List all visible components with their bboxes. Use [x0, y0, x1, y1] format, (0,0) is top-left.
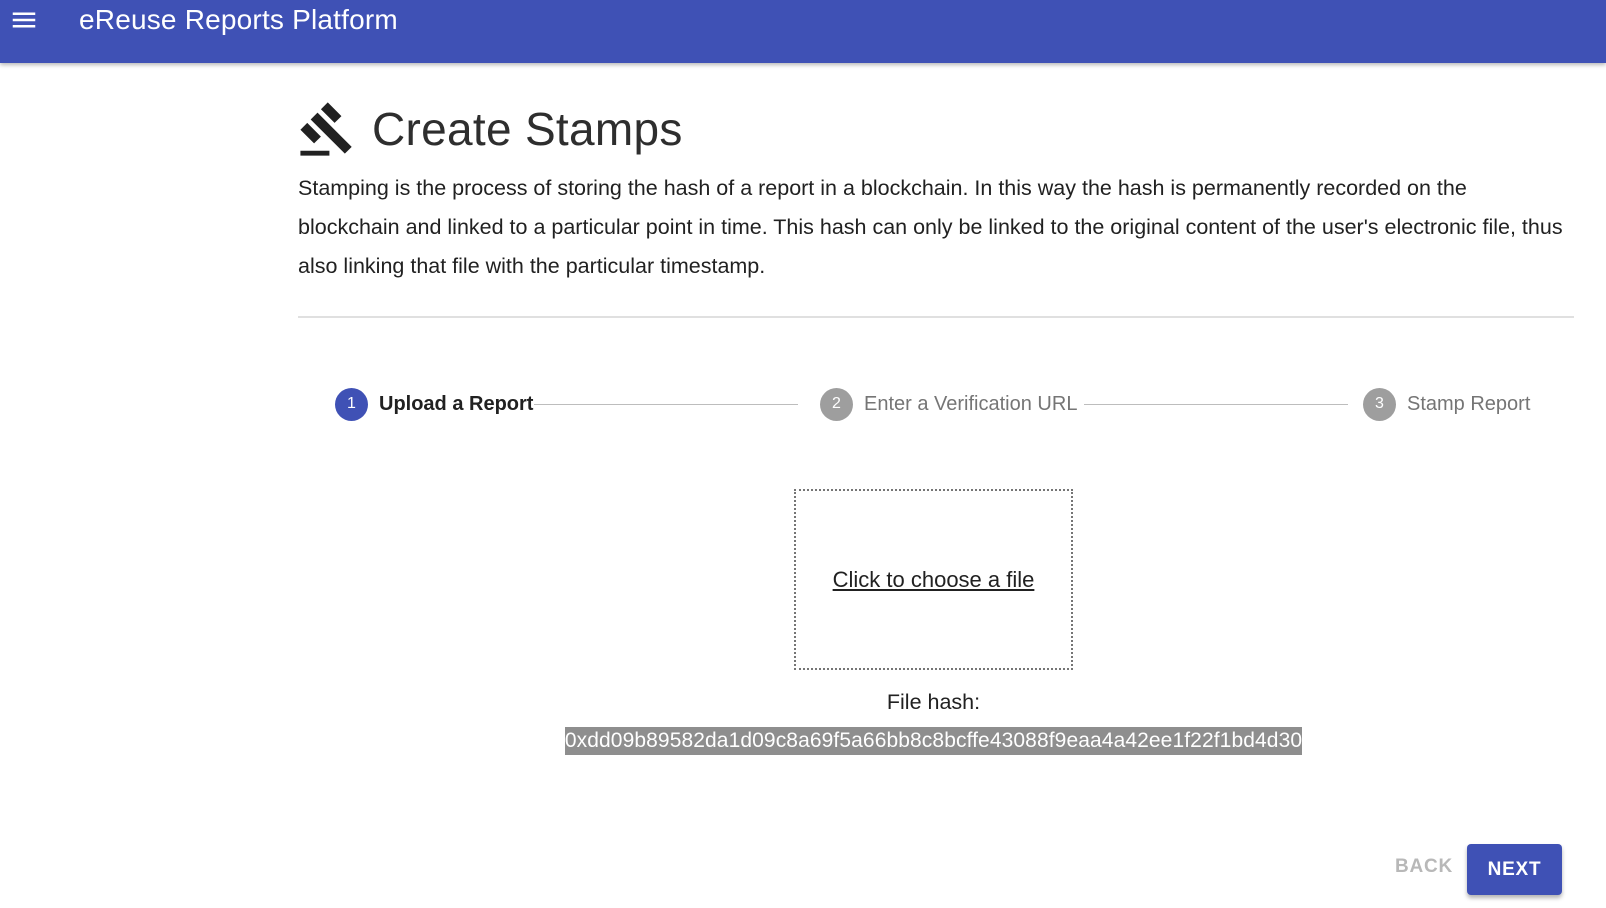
page-description: Stamping is the process of storing the h…: [298, 176, 1563, 278]
step-label: Enter a Verification URL: [864, 392, 1078, 415]
file-hash-value[interactable]: 0xdd09b89582da1d09c8a69f5a66bb8c8bcffe43…: [564, 727, 1303, 755]
divider: [298, 316, 1574, 318]
step-connector: [534, 404, 798, 405]
page-title: Create Stamps: [372, 103, 683, 155]
step-upload-report[interactable]: 1 Upload a Report: [335, 387, 533, 421]
step-label: Upload a Report: [379, 392, 534, 415]
file-hash-label: File hash:: [886, 690, 981, 714]
step-enter-verification-url[interactable]: 2 Enter a Verification URL: [820, 387, 1077, 421]
step-number: 2: [820, 387, 853, 421]
step-label: Stamp Report: [1407, 392, 1531, 415]
app-bar: eReuse Reports Platform: [0, 0, 1606, 63]
next-button[interactable]: NEXT: [1467, 844, 1562, 895]
menu-icon[interactable]: [9, 5, 39, 35]
choose-file-link[interactable]: Click to choose a file: [833, 567, 1035, 593]
step-stamp-report[interactable]: 3 Stamp Report: [1363, 387, 1530, 421]
page-heading: Create Stamps: [298, 99, 683, 159]
back-button[interactable]: BACK: [1383, 844, 1465, 890]
gavel-icon: [300, 102, 352, 156]
file-hash-row: 0xdd09b89582da1d09c8a69f5a66bb8c8bcffe43…: [298, 727, 1569, 755]
file-dropzone[interactable]: Click to choose a file: [794, 489, 1073, 670]
step-connector: [1084, 404, 1348, 405]
menu-button[interactable]: [8, 4, 40, 36]
step-number: 1: [335, 387, 368, 421]
step-number: 3: [1363, 387, 1396, 421]
app-title: eReuse Reports Platform: [79, 4, 398, 35]
stepper: 1 Upload a Report 2 Enter a Verification…: [298, 379, 1574, 429]
